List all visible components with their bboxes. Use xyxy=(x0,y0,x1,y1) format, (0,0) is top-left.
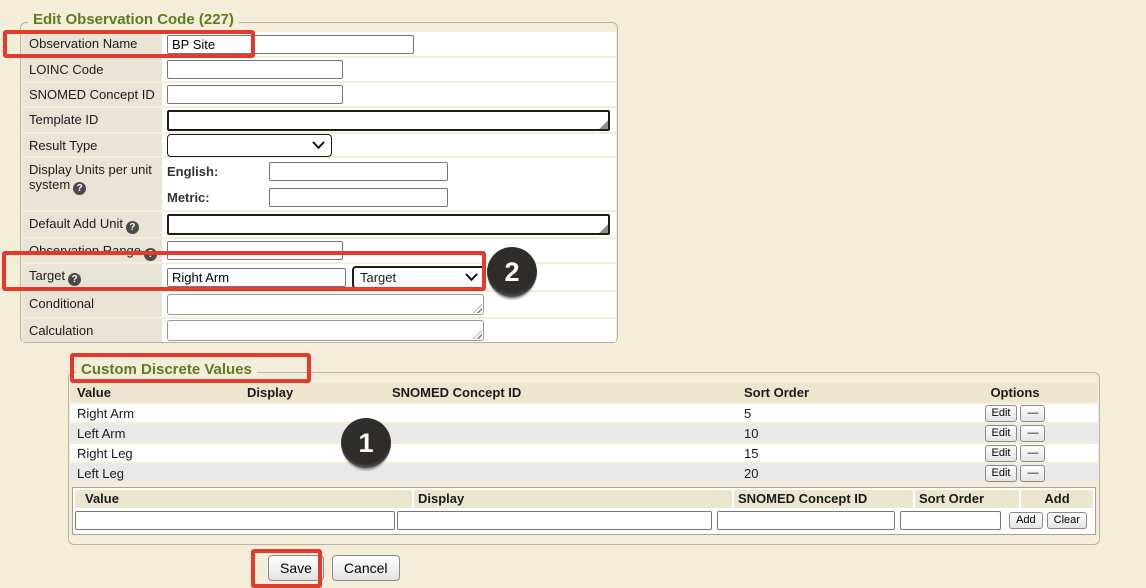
header-options: Options xyxy=(932,385,1098,400)
form-actions: Save Cancel xyxy=(268,555,400,581)
chevron-down-icon xyxy=(312,141,325,150)
save-button[interactable]: Save xyxy=(268,555,324,581)
row-value: Right Leg xyxy=(70,446,247,461)
template-id-textarea[interactable] xyxy=(167,110,610,131)
row-calculation: Calculation xyxy=(22,319,616,342)
row-sort-order: 5 xyxy=(742,406,932,421)
row-sort-order: 20 xyxy=(742,466,932,481)
edit-observation-legend: Edit Observation Code (227) xyxy=(28,11,239,28)
add-display-input[interactable] xyxy=(397,511,712,530)
display-units-label: Display Units per unit system? xyxy=(22,158,162,210)
add-discrete-value-box: Value Display SNOMED Concept ID Sort Ord… xyxy=(72,487,1096,535)
template-id-label: Template ID xyxy=(22,108,162,132)
row-sort-order: 15 xyxy=(742,446,932,461)
add-header-snomed: SNOMED Concept ID xyxy=(734,490,913,508)
english-units-input[interactable] xyxy=(269,162,448,181)
snomed-label: SNOMED Concept ID xyxy=(22,83,162,106)
page: Edit Observation Code (227) Observation … xyxy=(0,0,1146,588)
conditional-label: Conditional xyxy=(22,292,162,317)
custom-discrete-values-legend: Custom Discrete Values xyxy=(76,361,257,378)
default-add-unit-label: Default Add Unit? xyxy=(22,212,162,237)
edit-button[interactable]: Edit xyxy=(985,405,1018,422)
row-display-units: Display Units per unit system? English: … xyxy=(22,158,616,210)
add-header-sort-order: Sort Order xyxy=(915,490,1019,508)
row-result-type: Result Type xyxy=(22,134,616,156)
header-snomed: SNOMED Concept ID xyxy=(392,385,742,400)
edit-button[interactable]: Edit xyxy=(985,425,1018,442)
help-icon[interactable]: ? xyxy=(68,273,81,286)
table-row: Right Leg 15 Edit — xyxy=(70,444,1098,462)
table-row: Left Leg 20 Edit — xyxy=(70,464,1098,482)
loinc-input[interactable] xyxy=(167,60,343,79)
conditional-textarea[interactable] xyxy=(167,294,484,315)
help-icon[interactable]: ? xyxy=(126,221,139,234)
custom-discrete-values-fieldset: Custom Discrete Values Value Display SNO… xyxy=(68,372,1100,545)
cancel-button[interactable]: Cancel xyxy=(332,555,400,581)
observation-range-label: Observation Range? xyxy=(22,239,162,262)
add-value-input[interactable] xyxy=(75,511,395,530)
target-select[interactable]: Target xyxy=(352,266,486,289)
edit-button[interactable]: Edit xyxy=(985,445,1018,462)
target-label: Target? xyxy=(22,264,162,290)
row-observation-name: Observation Name xyxy=(22,32,616,56)
observation-name-input[interactable] xyxy=(167,35,414,54)
remove-button[interactable]: — xyxy=(1020,405,1045,422)
metric-units-label: Metric: xyxy=(167,190,269,205)
observation-name-label: Observation Name xyxy=(22,32,162,56)
metric-units-input[interactable] xyxy=(269,188,448,207)
add-sort-order-input[interactable] xyxy=(900,511,1001,530)
edit-button[interactable]: Edit xyxy=(985,465,1018,482)
table-row: Right Arm 5 Edit — xyxy=(70,404,1098,422)
help-icon[interactable]: ? xyxy=(144,248,157,261)
add-header-value: Value xyxy=(75,490,412,508)
row-conditional: Conditional xyxy=(22,292,616,317)
step-badge-1: 1 xyxy=(341,418,391,468)
row-sort-order: 10 xyxy=(742,426,932,441)
target-selected-value: Target xyxy=(360,270,396,285)
row-snomed: SNOMED Concept ID xyxy=(22,83,616,106)
remove-button[interactable]: — xyxy=(1020,425,1045,442)
discrete-table-header: Value Display SNOMED Concept ID Sort Ord… xyxy=(70,383,1098,402)
target-input[interactable] xyxy=(167,268,346,287)
result-type-label: Result Type xyxy=(22,134,162,156)
result-type-select[interactable] xyxy=(167,134,332,157)
chevron-down-icon xyxy=(465,273,478,282)
row-value: Left Leg xyxy=(70,466,247,481)
add-table-header: Value Display SNOMED Concept ID Sort Ord… xyxy=(75,490,1093,508)
clear-button[interactable]: Clear xyxy=(1047,512,1087,529)
row-loinc: LOINC Code xyxy=(22,58,616,81)
loinc-label: LOINC Code xyxy=(22,58,162,81)
row-template-id: Template ID xyxy=(22,108,616,132)
table-row: Left Arm 10 Edit — xyxy=(70,424,1098,442)
remove-button[interactable]: — xyxy=(1020,465,1045,482)
add-header-display: Display xyxy=(414,490,732,508)
add-header-add: Add xyxy=(1021,490,1093,508)
remove-button[interactable]: — xyxy=(1020,445,1045,462)
english-units-label: English: xyxy=(167,164,269,179)
row-value: Right Arm xyxy=(70,406,247,421)
row-value: Left Arm xyxy=(70,426,247,441)
add-snomed-input[interactable] xyxy=(717,511,895,530)
header-value: Value xyxy=(70,385,247,400)
row-default-add-unit: Default Add Unit? xyxy=(22,212,616,237)
calculation-label: Calculation xyxy=(22,319,162,342)
header-sort-order: Sort Order xyxy=(742,385,932,400)
calculation-textarea[interactable] xyxy=(167,320,484,341)
edit-observation-fieldset: Edit Observation Code (227) Observation … xyxy=(20,22,618,343)
observation-range-input[interactable] xyxy=(167,241,343,260)
header-display: Display xyxy=(247,385,392,400)
add-button[interactable]: Add xyxy=(1009,512,1043,529)
snomed-input[interactable] xyxy=(167,85,343,104)
step-badge-2: 2 xyxy=(487,247,537,297)
help-icon[interactable]: ? xyxy=(73,182,86,195)
default-add-unit-textarea[interactable] xyxy=(167,214,610,235)
